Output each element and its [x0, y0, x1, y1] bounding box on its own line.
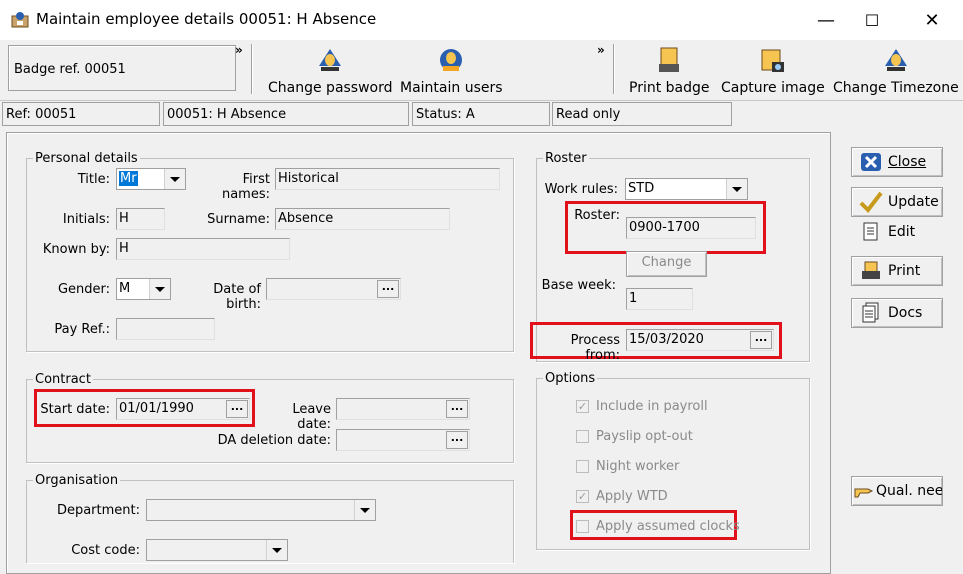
documents-icon	[858, 302, 884, 324]
change-password-button[interactable]: Change password	[268, 46, 393, 96]
status-field: Status: A	[412, 102, 550, 126]
chevron-down-icon	[164, 169, 185, 189]
first-names-field[interactable]: Historical	[275, 168, 500, 190]
apply-assumed-clocks-checkbox[interactable]: Apply assumed clocks	[576, 519, 740, 534]
checkbox-unchecked-icon	[576, 520, 589, 533]
chevron-down-icon	[266, 540, 287, 560]
process-from-picker-button[interactable]: ...	[750, 331, 772, 349]
printer-icon	[858, 260, 884, 282]
contract-legend: Contract	[33, 372, 93, 387]
toolbar-chevron-left[interactable]: »	[235, 43, 243, 57]
cost-code-select[interactable]	[146, 539, 288, 561]
first-names-label: First names:	[221, 172, 270, 202]
checkmark-icon	[858, 191, 884, 213]
pay-ref-label: Pay Ref.:	[54, 322, 110, 337]
title-select[interactable]: Mr	[116, 168, 186, 190]
change-timezone-icon	[884, 49, 907, 71]
da-deletion-date-picker-button[interactable]: ...	[446, 431, 468, 449]
organisation-legend: Organisation	[33, 473, 121, 488]
da-deletion-date-label: DA deletion date:	[217, 433, 331, 448]
da-deletion-date-field[interactable]: ...	[336, 429, 470, 451]
title-bar: Maintain employee details 00051: H Absen…	[0, 0, 963, 40]
close-icon	[858, 151, 884, 173]
leave-date-picker-button[interactable]: ...	[446, 400, 468, 418]
checkbox-checked-icon: ✓	[576, 490, 589, 503]
department-select[interactable]	[146, 499, 376, 521]
department-label: Department:	[56, 503, 140, 518]
roster-legend: Roster	[543, 151, 589, 166]
maintain-users-button[interactable]: Maintain users	[400, 46, 503, 96]
work-rules-select[interactable]: STD	[625, 178, 748, 200]
start-date-picker-button[interactable]: ...	[226, 400, 248, 418]
known-by-label: Known by:	[42, 242, 110, 257]
toolbar-separator	[251, 44, 253, 94]
date-of-birth-picker-button[interactable]: ...	[377, 280, 399, 298]
chevron-down-icon	[354, 500, 375, 520]
initials-field[interactable]: H	[116, 208, 165, 230]
leave-date-label: Leave date:	[292, 402, 331, 432]
start-date-label: Start date:	[40, 402, 110, 417]
employee-name-status-field: 00051: H Absence	[163, 102, 409, 126]
known-by-field[interactable]: H	[116, 238, 290, 260]
night-worker-checkbox[interactable]: Night worker	[576, 459, 679, 474]
process-from-label: Process from:	[570, 333, 620, 363]
leave-date-field[interactable]: ...	[336, 398, 470, 420]
ref-status-field: Ref: 00051	[2, 102, 160, 126]
gender-select[interactable]: M	[116, 278, 171, 300]
window-title: Maintain employee details 00051: H Absen…	[36, 10, 377, 28]
include-in-payroll-checkbox[interactable]: ✓ Include in payroll	[576, 399, 708, 414]
capture-image-icon	[761, 49, 784, 72]
toolbar-separator	[613, 44, 615, 94]
docs-button[interactable]: Docs	[851, 298, 943, 328]
checkbox-checked-icon: ✓	[576, 400, 589, 413]
maintain-users-icon	[440, 49, 463, 71]
chevron-down-icon	[726, 179, 747, 199]
minimize-button[interactable]: —	[803, 0, 849, 40]
print-button[interactable]: Print	[851, 256, 943, 286]
base-week-label: Base week:	[541, 278, 616, 293]
surname-field[interactable]: Absence	[275, 208, 450, 230]
surname-label: Surname:	[207, 212, 270, 227]
payslip-opt-out-checkbox[interactable]: Payslip opt-out	[576, 429, 693, 444]
change-timezone-button[interactable]: Change Timezone	[833, 46, 959, 96]
app-icon	[11, 12, 29, 28]
close-button[interactable]: Close	[851, 147, 943, 177]
cost-code-label: Cost code:	[71, 543, 140, 558]
apply-wtd-checkbox[interactable]: ✓ Apply WTD	[576, 489, 668, 504]
personal-details-legend: Personal details	[33, 151, 140, 166]
toolbar-chevron-right[interactable]: »	[597, 43, 605, 57]
process-from-field[interactable]: 15/03/2020 ...	[626, 329, 774, 351]
title-label: Title:	[77, 172, 110, 187]
edit-document-icon	[858, 221, 884, 243]
change-roster-button[interactable]: Change	[626, 251, 707, 277]
gender-label: Gender:	[57, 282, 110, 297]
date-of-birth-label: Date of birth:	[213, 282, 261, 312]
checkbox-unchecked-icon	[576, 430, 589, 443]
roster-label: Roster:	[574, 208, 620, 223]
options-legend: Options	[543, 371, 598, 386]
checkbox-unchecked-icon	[576, 460, 589, 473]
base-week-field[interactable]: 1	[626, 288, 693, 310]
roster-field[interactable]: 0900-1700	[626, 217, 756, 239]
mode-status-field: Read only	[552, 102, 732, 126]
work-rules-label: Work rules:	[544, 182, 618, 197]
initials-label: Initials:	[62, 212, 110, 227]
change-password-icon	[319, 49, 342, 71]
print-badge-button[interactable]: Print badge	[629, 46, 710, 96]
pay-ref-field[interactable]	[116, 318, 215, 340]
date-of-birth-field[interactable]: ...	[266, 278, 401, 300]
maximize-button[interactable]: ☐	[849, 0, 895, 40]
badge-ref-box: Badge ref. 00051	[8, 45, 236, 91]
capture-image-button[interactable]: Capture image	[721, 46, 825, 96]
update-button[interactable]: Update	[851, 187, 943, 217]
edit-button[interactable]: Edit	[851, 217, 943, 247]
start-date-field[interactable]: 01/01/1990 ...	[116, 398, 250, 420]
qual-needs-button[interactable]: Qual. needs	[851, 476, 943, 506]
chevron-down-icon	[149, 279, 170, 299]
pointing-hand-icon	[854, 480, 876, 502]
print-badge-icon	[659, 47, 680, 72]
close-window-button[interactable]: ✕	[909, 0, 955, 40]
